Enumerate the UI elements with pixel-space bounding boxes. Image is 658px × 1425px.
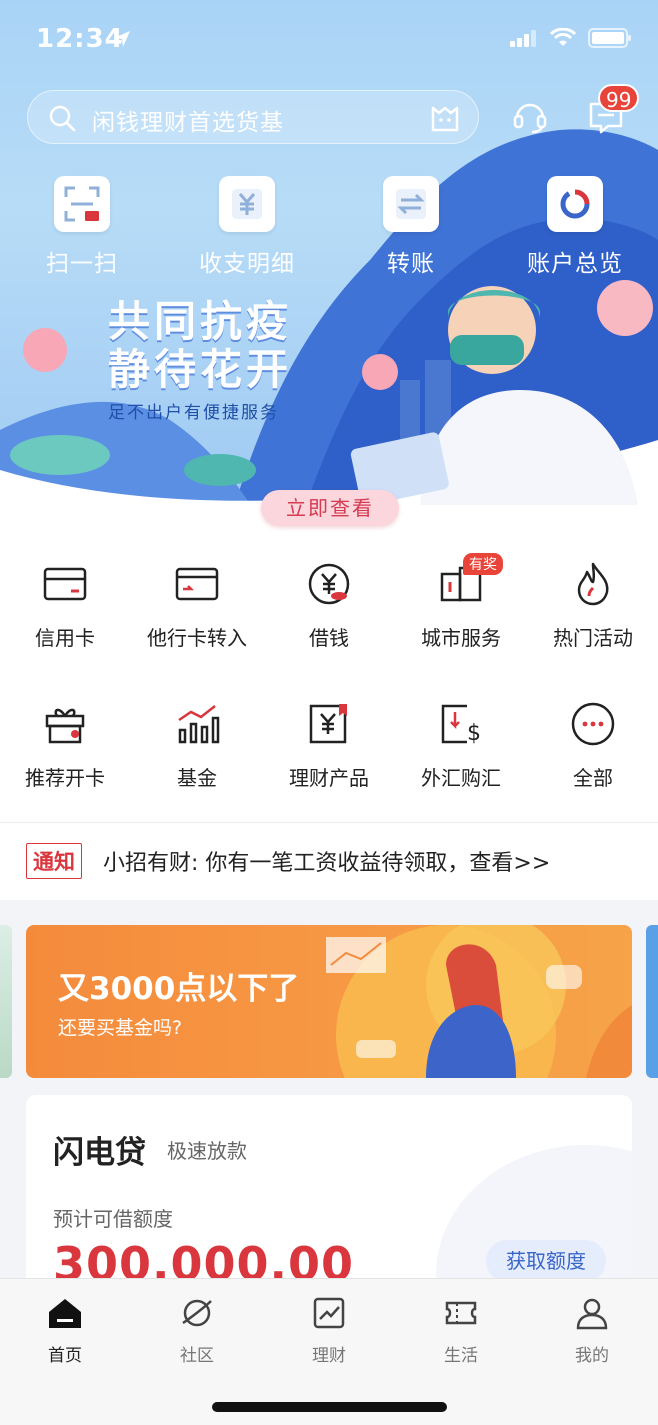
carousel-next-peek[interactable] <box>646 925 658 1078</box>
quick-statement[interactable]: 收支明细 <box>192 176 302 278</box>
flame-icon <box>569 560 617 608</box>
fn-city-service[interactable]: 城市服务 <box>396 560 526 651</box>
promo-title: 又3000点以下了 <box>58 971 300 1007</box>
status-bar: 12:34 <box>0 0 658 80</box>
hero-banner-area: 12:34 闲钱理财首选货基 99 扫一扫 收支明细 转账 账户总览 共同抗疫 … <box>0 0 658 520</box>
fn-label-fund: 基金 <box>177 766 217 790</box>
fn-label-recommend-card: 推荐开卡 <box>25 766 105 790</box>
tab-label-community: 社区 <box>180 1346 214 1366</box>
loan-title: 闪电贷 <box>53 1135 146 1171</box>
tab-label-mine: 我的 <box>575 1346 609 1366</box>
search-placeholder: 闲钱理财首选货基 <box>92 110 284 136</box>
tab-label-home: 首页 <box>48 1346 82 1366</box>
quick-label-statement: 收支明细 <box>199 251 295 277</box>
quick-label-transfer: 转账 <box>387 251 435 277</box>
headset-icon[interactable] <box>512 98 548 134</box>
tab-label-life: 生活 <box>444 1346 478 1366</box>
notice-tag: 通知 <box>26 843 82 879</box>
tab-life[interactable]: 生活 <box>421 1295 501 1366</box>
search-bar[interactable]: 闲钱理财首选货基 <box>27 90 479 144</box>
tab-community[interactable]: 社区 <box>157 1295 237 1366</box>
fn-card-transfer-in[interactable]: 他行卡转入 <box>132 560 262 651</box>
borrow-icon <box>305 560 353 608</box>
notice-text[interactable]: 小招有财: 你有一笔工资收益待领取，查看>> <box>103 845 550 877</box>
signal-icon <box>510 30 536 47</box>
account-overview-icon <box>547 176 603 232</box>
battery-icon <box>588 28 631 48</box>
banner-subtitle: 足不出户有便捷服务 <box>108 403 279 423</box>
tab-home[interactable]: 首页 <box>25 1295 105 1366</box>
fn-label-borrow: 借钱 <box>309 626 349 650</box>
banner-title-line2: 静待花开 <box>108 345 293 394</box>
planet-icon <box>182 1299 212 1327</box>
quick-label-account-overview: 账户总览 <box>527 251 623 277</box>
location-arrow-icon <box>114 31 130 47</box>
notice-bar[interactable]: 通知 小招有财: 你有一笔工资收益待领取，查看>> <box>0 823 658 899</box>
ticket-icon <box>445 1301 477 1325</box>
message-badge: 99 <box>598 84 640 112</box>
credit-card-icon <box>41 560 89 608</box>
fn-all[interactable]: 全部 <box>528 700 658 791</box>
fn-label-card-transfer-in: 他行卡转入 <box>147 626 247 650</box>
search-icon <box>49 105 76 132</box>
fn-label-hot-activities: 热门活动 <box>553 626 633 650</box>
wifi-icon <box>550 28 576 46</box>
promo-subtitle: 还要买基金吗? <box>58 1017 183 1039</box>
cat-mascot-icon[interactable] <box>428 100 462 134</box>
user-icon <box>576 1298 608 1330</box>
more-icon <box>569 700 617 748</box>
home-indicator <box>212 1402 447 1412</box>
promo-banner[interactable]: 又3000点以下了 还要买基金吗? <box>26 925 632 1078</box>
fn-wealth-products[interactable]: 理财产品 <box>264 700 394 791</box>
prize-tag: 有奖 <box>463 553 503 575</box>
fn-credit-card[interactable]: 信用卡 <box>0 560 130 651</box>
status-time: 12:34 <box>36 24 124 54</box>
fn-hot-activities[interactable]: 热门活动 <box>528 560 658 651</box>
trend-chart-icon <box>313 1297 345 1329</box>
tab-label-wealth: 理财 <box>312 1346 346 1366</box>
gift-icon <box>41 700 89 748</box>
tab-mine[interactable]: 我的 <box>552 1295 632 1366</box>
loan-limit-label: 预计可借额度 <box>53 1207 173 1231</box>
home-icon <box>49 1299 81 1328</box>
card-transfer-in-icon <box>173 560 221 608</box>
quick-label-scan: 扫一扫 <box>46 251 118 277</box>
fn-recommend-card[interactable]: 推荐开卡 <box>0 700 130 791</box>
fn-fund[interactable]: 基金 <box>132 700 262 791</box>
fn-label-all: 全部 <box>573 766 613 790</box>
tab-wealth[interactable]: 理财 <box>289 1295 369 1366</box>
banner-view-button[interactable]: 立即查看 <box>261 490 399 526</box>
loan-tagline: 极速放款 <box>167 1139 247 1163</box>
status-indicators <box>510 28 632 48</box>
yen-statement-icon <box>219 176 275 232</box>
flash-loan-card[interactable]: 闪电贷 极速放款 预计可借额度 300,000.00 获取额度 <box>26 1095 632 1295</box>
banner-title: 共同抗疫 静待花开 <box>108 298 292 394</box>
get-limit-button[interactable]: 获取额度 <box>486 1240 606 1282</box>
svg-text:$: $ <box>467 721 481 746</box>
fn-label-forex: 外汇购汇 <box>421 766 501 790</box>
fn-borrow[interactable]: 借钱 <box>264 560 394 651</box>
scan-icon <box>54 176 110 232</box>
fn-forex[interactable]: $ 外汇购汇 <box>396 700 526 791</box>
fn-label-city-service: 城市服务 <box>421 626 501 650</box>
fn-label-credit-card: 信用卡 <box>35 626 95 650</box>
banner-title-line1: 共同抗疫 <box>108 297 293 346</box>
transfer-icon <box>383 176 439 232</box>
quick-transfer[interactable]: 转账 <box>356 176 466 278</box>
forex-icon: $ <box>437 700 485 748</box>
fn-label-wealth-products: 理财产品 <box>289 766 369 790</box>
quick-account-overview[interactable]: 账户总览 <box>520 176 630 278</box>
wealth-product-icon <box>305 700 353 748</box>
quick-scan[interactable]: 扫一扫 <box>27 176 137 278</box>
fund-chart-icon <box>173 700 221 748</box>
carousel-prev-peek[interactable] <box>0 925 12 1078</box>
